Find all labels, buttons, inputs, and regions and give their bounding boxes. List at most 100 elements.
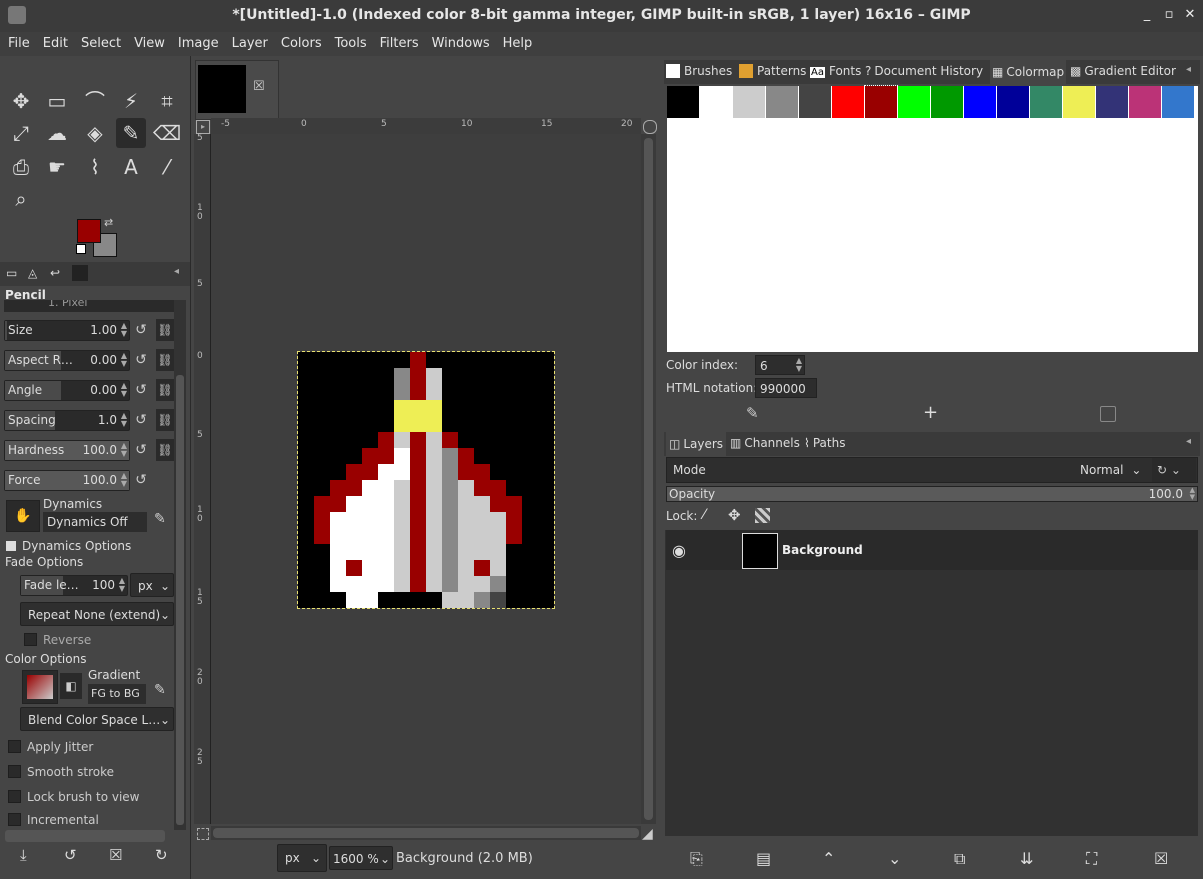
reset-tool-options-icon[interactable]: ↻ (155, 846, 168, 864)
pixel-art-canvas[interactable] (297, 351, 555, 609)
layer-name[interactable]: Background (782, 543, 863, 557)
raise-layer-icon[interactable]: ⌃ (822, 849, 835, 868)
link-size-icon[interactable]: ⛓ (156, 319, 174, 341)
lock-alpha-icon[interactable] (755, 508, 770, 523)
aspect-spin-icon[interactable]: ▲ ▼ (121, 352, 127, 368)
colormap-palette[interactable] (667, 85, 1198, 352)
edit-color-icon[interactable]: ✎ (746, 404, 759, 422)
reset-size-icon[interactable]: ↺ (133, 322, 149, 338)
delete-layer-icon[interactable]: ☒ (1154, 849, 1168, 868)
colormap-swatch[interactable] (832, 86, 864, 118)
lock-pixels-icon[interactable]: ⁄ (703, 507, 705, 523)
lock-position-icon[interactable]: ✥ (728, 506, 741, 524)
colormap-swatch[interactable] (1162, 86, 1194, 118)
size-slider[interactable]: Size 1.00 ▲ ▼ (4, 320, 130, 341)
menu-layer[interactable]: Layer (224, 32, 273, 51)
incremental-checkbox[interactable]: Incremental (8, 813, 99, 827)
dock-menu-icon[interactable]: ◂ (174, 266, 179, 277)
layer-row[interactable]: ◉ Background (666, 530, 1198, 570)
move-tool-icon[interactable]: ✥ (6, 86, 36, 116)
hardness-spin-icon[interactable]: ▲ ▼ (121, 442, 127, 458)
angle-slider[interactable]: Angle 0.00 ▲ ▼ (4, 380, 130, 401)
menu-view[interactable]: View (126, 32, 170, 51)
tab-channels[interactable]: ▥ Channels (730, 436, 800, 450)
tab-fonts[interactable]: Aa Fonts (810, 64, 861, 78)
reverse-gradient-icon[interactable]: ◧ (60, 673, 82, 699)
eraser-tool-icon[interactable]: ⌫ (152, 118, 182, 148)
crop-tool-icon[interactable]: ⌗ (152, 86, 182, 116)
link-angle-icon[interactable]: ⛓ (156, 379, 174, 401)
add-color-icon[interactable]: + (923, 402, 938, 423)
duplicate-layer-icon[interactable]: ⧉ (954, 849, 965, 869)
restore-button[interactable]: ▫ (1162, 8, 1176, 22)
navigate-icon[interactable] (643, 120, 657, 134)
fade-length-spin-icon[interactable]: ▲ ▼ (119, 577, 125, 593)
color-index-field[interactable]: 6 ▲ ▼ (755, 355, 805, 375)
opacity-slider[interactable]: Opacity 100.0 ▲ ▼ (666, 486, 1198, 502)
mode-switch-icon[interactable]: ↻ ⌄ (1152, 458, 1196, 482)
swap-colors-icon[interactable]: ⇄ (104, 216, 113, 229)
transform-tool-icon[interactable]: ⤢ (6, 118, 36, 148)
restore-tool-preset-icon[interactable]: ↺ (64, 846, 77, 864)
link-spacing-icon[interactable]: ⛓ (156, 409, 174, 431)
edit-dynamics-icon[interactable]: ✎ (154, 511, 166, 527)
minimize-button[interactable]: _ (1140, 8, 1154, 22)
tab-layers[interactable]: ◫ Layers (666, 432, 727, 456)
angle-spin-icon[interactable]: ▲ ▼ (121, 382, 127, 398)
menu-file[interactable]: File (0, 32, 35, 51)
reverse-box[interactable] (24, 633, 37, 646)
menu-help[interactable]: Help (495, 32, 538, 51)
menu-edit[interactable]: Edit (35, 32, 73, 51)
warp-tool-icon[interactable]: ☁ (42, 118, 72, 148)
blend-color-space-select[interactable]: Blend Color Space L… ⌄ (20, 707, 174, 731)
delete-tool-preset-icon[interactable]: ☒ (109, 846, 122, 864)
dynamics-options-toggle[interactable]: Dynamics Options (6, 539, 131, 553)
link-hardness-icon[interactable]: ⛓ (156, 439, 174, 461)
fuzzy-select-tool-icon[interactable]: ⚡ (116, 86, 146, 116)
colormap-selection-icon[interactable] (1100, 406, 1116, 422)
tool-options-scroll-thumb[interactable] (176, 375, 184, 825)
color-picker-tool-icon[interactable]: ⁄ (152, 152, 182, 182)
colormap-swatch[interactable] (964, 86, 996, 118)
gradient-preview[interactable] (22, 670, 58, 704)
tool-options-tab-icon[interactable]: ▭ (6, 266, 17, 280)
repeat-select[interactable]: Repeat None (extend) ⌄ (20, 602, 174, 626)
colormap-swatch[interactable] (766, 86, 798, 118)
force-slider[interactable]: Force 100.0 ▲ ▼ (4, 470, 130, 491)
unit-select[interactable]: px ⌄ (277, 844, 327, 872)
bucket-fill-tool-icon[interactable]: ◈ (80, 118, 110, 148)
reset-spacing-icon[interactable]: ↺ (133, 412, 149, 428)
smooth-stroke-box[interactable] (8, 765, 21, 778)
colormap-swatch[interactable] (898, 86, 930, 118)
apply-jitter-box[interactable] (8, 740, 21, 753)
lasso-tool-icon[interactable]: ⌒ (80, 86, 110, 116)
tool-options-hscrollbar[interactable] (5, 830, 165, 842)
toggle-quick-mask-icon[interactable] (197, 828, 209, 840)
tab-colormap[interactable]: ▦ Colormap (990, 60, 1067, 84)
smooth-stroke-checkbox[interactable]: Smooth stroke (8, 765, 114, 779)
add-mask-icon[interactable]: ⛶ (1086, 849, 1097, 869)
colormap-swatch[interactable] (1030, 86, 1062, 118)
menu-colors[interactable]: Colors (273, 32, 327, 51)
force-spin-icon[interactable]: ▲ ▼ (121, 472, 127, 488)
tab-paths[interactable]: ⌇ Paths (804, 436, 845, 450)
tab-patterns[interactable]: Patterns (739, 64, 806, 78)
tab-brushes[interactable]: Brushes (666, 64, 732, 78)
dynamics-value[interactable]: Dynamics Off (43, 512, 147, 532)
dock-menu-icon[interactable]: ◂ (1186, 436, 1191, 447)
colormap-swatch[interactable] (799, 86, 831, 118)
colormap-swatch[interactable] (700, 86, 732, 118)
gradient-value[interactable]: FG to BG (88, 684, 146, 704)
dynamics-button[interactable]: ✋ (6, 500, 40, 532)
image-tab[interactable]: ☒ (195, 60, 279, 120)
zoom-tool-icon[interactable]: ⌕ (6, 184, 36, 214)
undo-history-tab-icon[interactable]: ↩ (50, 266, 60, 280)
hardness-slider[interactable]: Hardness 100.0 ▲ ▼ (4, 440, 130, 461)
colormap-swatch[interactable] (1096, 86, 1128, 118)
reverse-checkbox[interactable]: Reverse (24, 633, 91, 647)
images-tab-icon[interactable] (72, 265, 88, 281)
fade-unit-select[interactable]: px ⌄ (130, 573, 174, 597)
reset-hardness-icon[interactable]: ↺ (133, 442, 149, 458)
menu-filters[interactable]: Filters (372, 32, 424, 51)
eye-icon[interactable]: ◉ (672, 541, 686, 560)
